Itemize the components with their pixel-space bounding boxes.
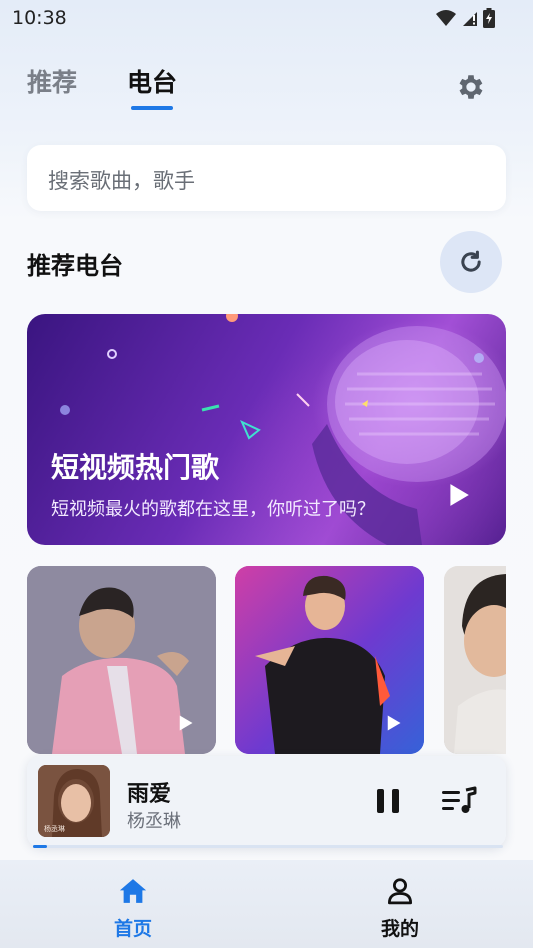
featured-radio-banner[interactable]: 短视频热门歌 短视频最火的歌都在这里，你听过了吗？ xyxy=(27,314,506,545)
battery-icon xyxy=(483,8,495,28)
nav-me-label: 我的 xyxy=(380,918,419,940)
search-placeholder: 搜索歌曲，歌手 xyxy=(48,169,195,193)
gear-icon xyxy=(459,75,483,99)
nav-home[interactable]: 首页 xyxy=(103,874,163,944)
tab-radio[interactable]: 电台 xyxy=(127,63,177,99)
signal-icon xyxy=(463,12,477,26)
active-tab-indicator xyxy=(131,106,173,110)
banner-title: 短视频热门歌 xyxy=(51,451,220,484)
playlist-icon[interactable] xyxy=(441,786,477,816)
nav-me[interactable]: 我的 xyxy=(370,874,430,944)
song-title: 雨爱 xyxy=(127,782,172,807)
mini-player[interactable]: 杨丞琳 雨爱 杨丞琳 xyxy=(27,756,506,848)
playback-progress[interactable] xyxy=(33,845,503,848)
section-title: 推荐电台 xyxy=(27,252,123,280)
play-icon[interactable] xyxy=(445,482,471,508)
wifi-icon xyxy=(436,10,456,26)
refresh-button[interactable] xyxy=(440,231,502,293)
play-icon[interactable] xyxy=(384,714,402,732)
banner-subtitle: 短视频最火的歌都在这里，你听过了吗？ xyxy=(51,499,375,520)
user-icon xyxy=(388,878,412,905)
artist-photo xyxy=(444,566,506,754)
bottom-nav: 首页 我的 xyxy=(0,860,533,948)
home-icon xyxy=(119,879,147,903)
radio-card[interactable] xyxy=(235,566,424,754)
playback-progress-fill xyxy=(33,845,48,848)
radio-card[interactable] xyxy=(444,566,506,754)
pause-icon[interactable] xyxy=(373,786,403,816)
status-time: 10:38 xyxy=(12,7,67,29)
album-cover: 杨丞琳 xyxy=(38,765,110,837)
refresh-icon xyxy=(461,250,481,272)
radio-card[interactable] xyxy=(27,566,216,754)
tab-recommend[interactable]: 推荐 xyxy=(27,63,77,99)
play-icon[interactable] xyxy=(176,714,194,732)
status-bar: 10:38 xyxy=(0,0,533,38)
svg-text:杨丞琳: 杨丞琳 xyxy=(44,824,65,833)
search-input[interactable]: 搜索歌曲，歌手 xyxy=(27,145,506,211)
song-artist: 杨丞琳 xyxy=(127,811,181,832)
settings-button[interactable] xyxy=(452,68,490,106)
nav-home-label: 首页 xyxy=(113,918,152,940)
